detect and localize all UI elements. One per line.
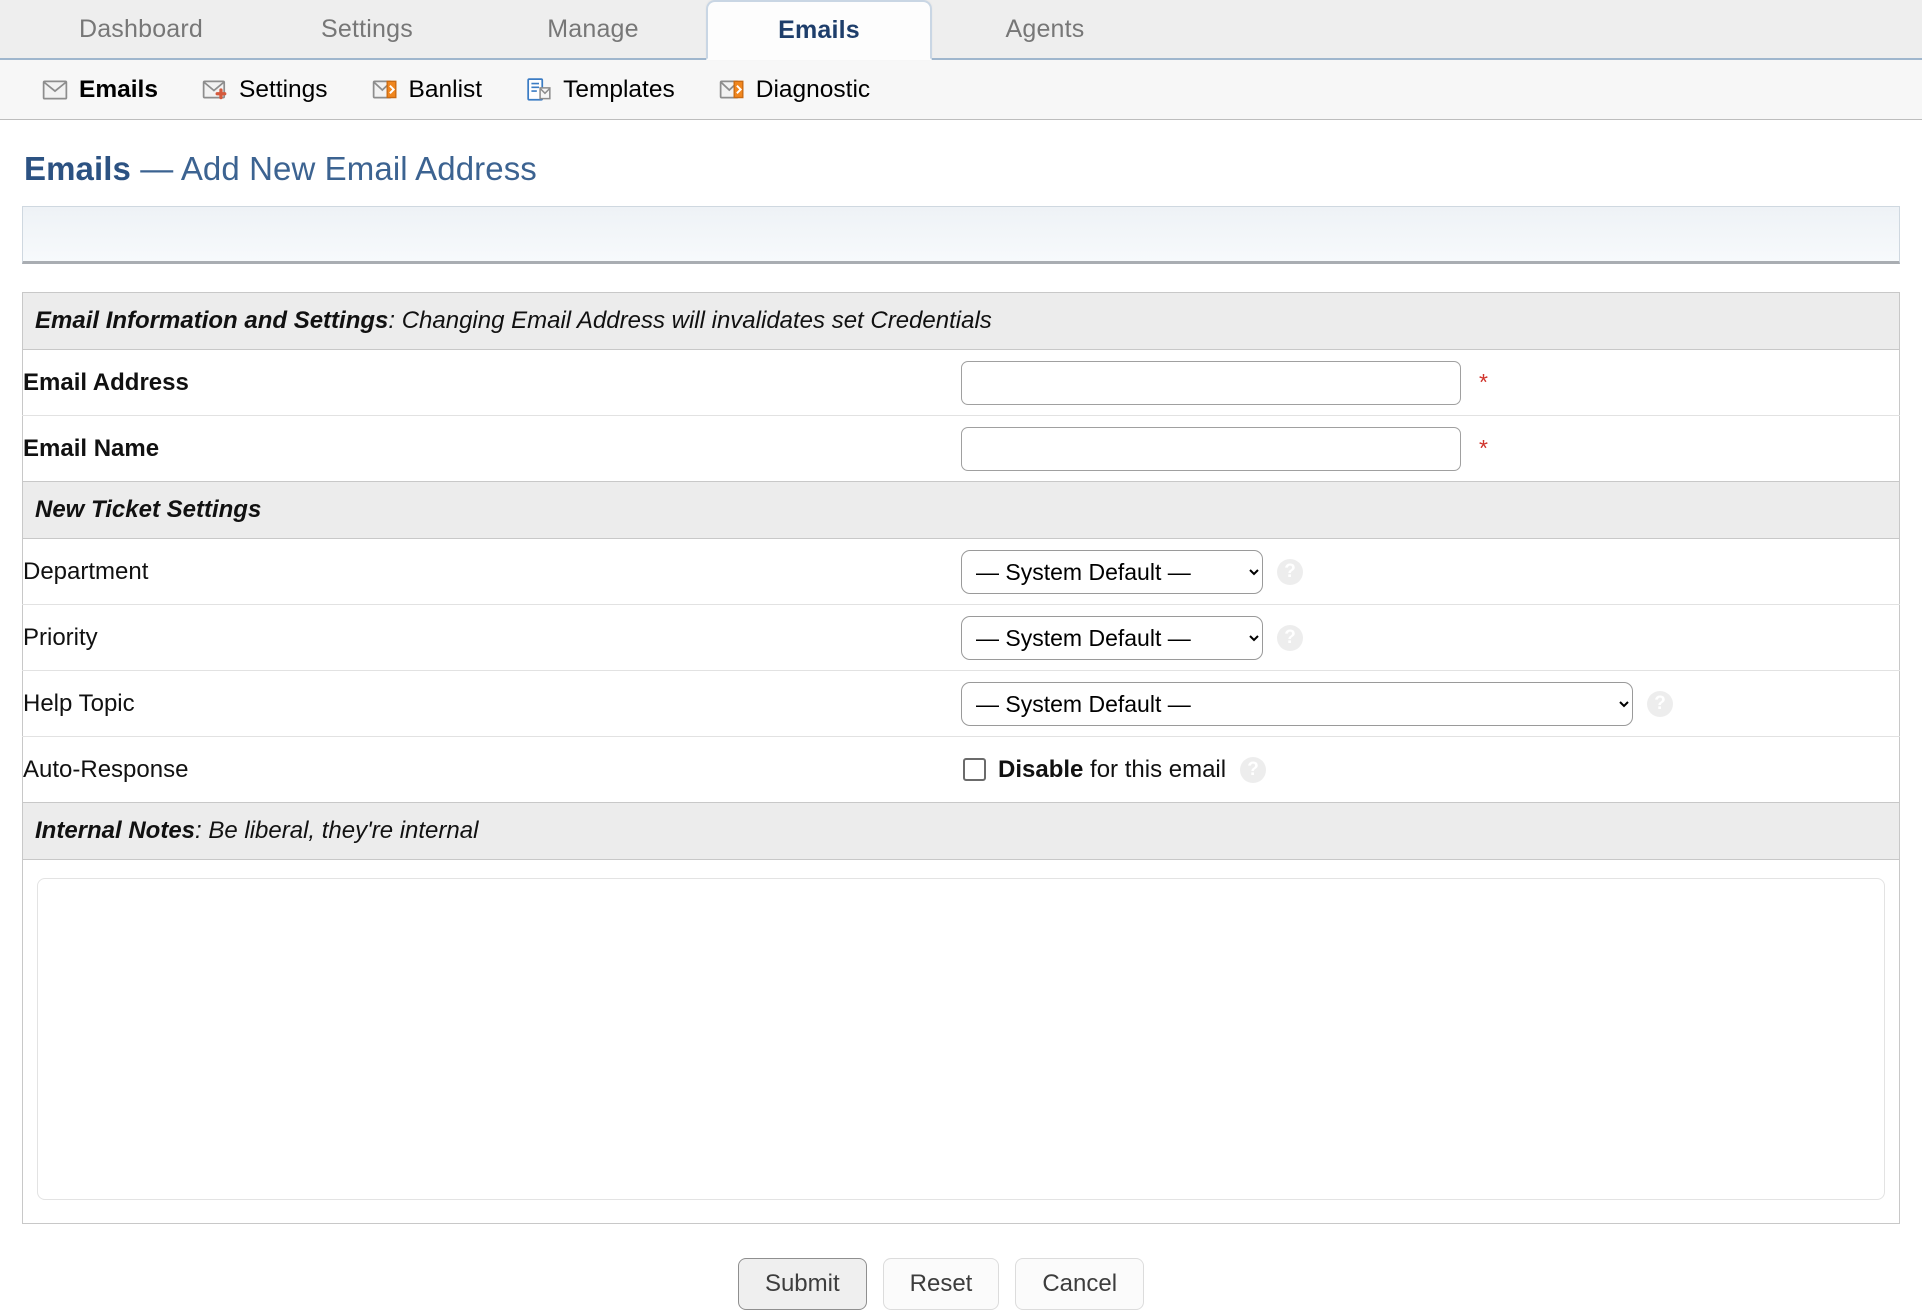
department-select[interactable]: — System Default — <box>961 549 1263 594</box>
help-icon[interactable]: ? <box>1277 624 1303 651</box>
cancel-button[interactable]: Cancel <box>1015 1258 1145 1310</box>
section-header-email-information: Email Information and Settings: Changing… <box>22 292 1900 350</box>
document-envelope-icon <box>526 77 552 103</box>
tab-settings[interactable]: Settings <box>254 0 480 58</box>
required-marker: * <box>1479 369 1488 395</box>
help-topic-select[interactable]: — System Default — <box>961 681 1633 726</box>
subnav-item-diagnostic[interactable]: Diagnostic <box>719 76 870 104</box>
help-topic-label: Help Topic <box>22 670 961 737</box>
row-internal-notes <box>22 859 1900 1224</box>
section-header-internal-notes: Internal Notes: Be liberal, they're inte… <box>22 802 1900 860</box>
section-description: : Changing Email Address will invalidate… <box>388 307 992 334</box>
subnav-label: Emails <box>79 75 158 103</box>
section-heading: Email Information and Settings <box>35 307 389 334</box>
email-address-label: Email Address <box>22 349 961 416</box>
subnav-label: Diagnostic <box>755 75 871 103</box>
subnav-item-settings[interactable]: Settings <box>202 76 328 104</box>
page-title: Emails — Add New Email Address <box>0 120 1922 206</box>
subnav-item-templates[interactable]: Templates <box>526 76 675 104</box>
section-heading: New Ticket Settings <box>35 496 262 523</box>
row-priority: Priority — System Default — ? <box>22 604 1900 671</box>
subnav-label: Settings <box>239 75 328 103</box>
envelope-arrow-icon <box>719 77 745 103</box>
subnav-item-emails[interactable]: Emails <box>42 76 158 104</box>
section-description: : Be liberal, they're internal <box>195 817 479 844</box>
subnav-label: Banlist <box>408 75 483 103</box>
priority-select[interactable]: — System Default — <box>961 615 1263 660</box>
info-banner-wrap <box>0 206 1922 264</box>
tab-label: Settings <box>321 14 413 43</box>
tab-manage[interactable]: Manage <box>480 0 706 58</box>
row-email-address: Email Address * <box>22 349 1900 416</box>
submit-button[interactable]: Submit <box>737 1258 867 1310</box>
auto-response-disable-checkbox[interactable] <box>963 758 986 781</box>
tab-label: Dashboard <box>78 14 204 43</box>
subnav-item-banlist[interactable]: Banlist <box>372 75 483 104</box>
tab-label: Agents <box>1005 14 1085 43</box>
row-email-name: Email Name * <box>22 415 1900 482</box>
email-name-input[interactable] <box>961 426 1461 471</box>
info-banner <box>22 206 1900 264</box>
envelope-settings-icon <box>202 77 228 103</box>
auto-response-rest-text: for this email <box>1083 755 1227 783</box>
tab-dashboard[interactable]: Dashboard <box>28 0 254 58</box>
page-title-rest: — Add New Email Address <box>131 150 537 187</box>
email-form: Email Information and Settings: Changing… <box>0 264 1922 1310</box>
tab-emails[interactable]: Emails <box>706 0 932 60</box>
help-icon[interactable]: ? <box>1240 756 1267 783</box>
department-label: Department <box>22 538 961 605</box>
help-icon[interactable]: ? <box>1277 558 1303 585</box>
subnav-label: Templates <box>563 75 675 103</box>
reset-button[interactable]: Reset <box>882 1258 1000 1310</box>
page-title-strong: Emails <box>24 150 131 187</box>
tab-label: Emails <box>778 15 860 44</box>
section-heading: Internal Notes <box>35 817 196 844</box>
auto-response-strong-text: Disable <box>998 755 1084 783</box>
main-tab-bar: Dashboard Settings Manage Emails Agents <box>0 0 1922 60</box>
email-form-table: Email Information and Settings: Changing… <box>22 292 1900 1224</box>
form-action-buttons: Submit Reset Cancel <box>22 1224 1900 1310</box>
sub-navigation: Emails Settings Banlist Templates Diagno… <box>0 60 1922 120</box>
tab-label: Manage <box>547 14 639 43</box>
row-help-topic: Help Topic — System Default — ? <box>22 670 1900 737</box>
internal-notes-textarea[interactable] <box>37 878 1885 1200</box>
tab-agents[interactable]: Agents <box>932 0 1158 58</box>
priority-label: Priority <box>22 604 961 671</box>
envelope-icon <box>42 77 68 103</box>
help-icon[interactable]: ? <box>1647 690 1673 717</box>
envelope-arrow-icon <box>372 77 398 103</box>
email-name-label: Email Name <box>22 415 961 482</box>
email-address-input[interactable] <box>961 360 1461 405</box>
row-department: Department — System Default — ? <box>22 538 1900 605</box>
auto-response-label: Auto-Response <box>22 736 961 803</box>
section-header-new-ticket-settings: New Ticket Settings <box>22 481 1900 539</box>
required-marker: * <box>1479 435 1488 461</box>
row-auto-response: Auto-Response Disable for this email ? <box>22 736 1900 803</box>
